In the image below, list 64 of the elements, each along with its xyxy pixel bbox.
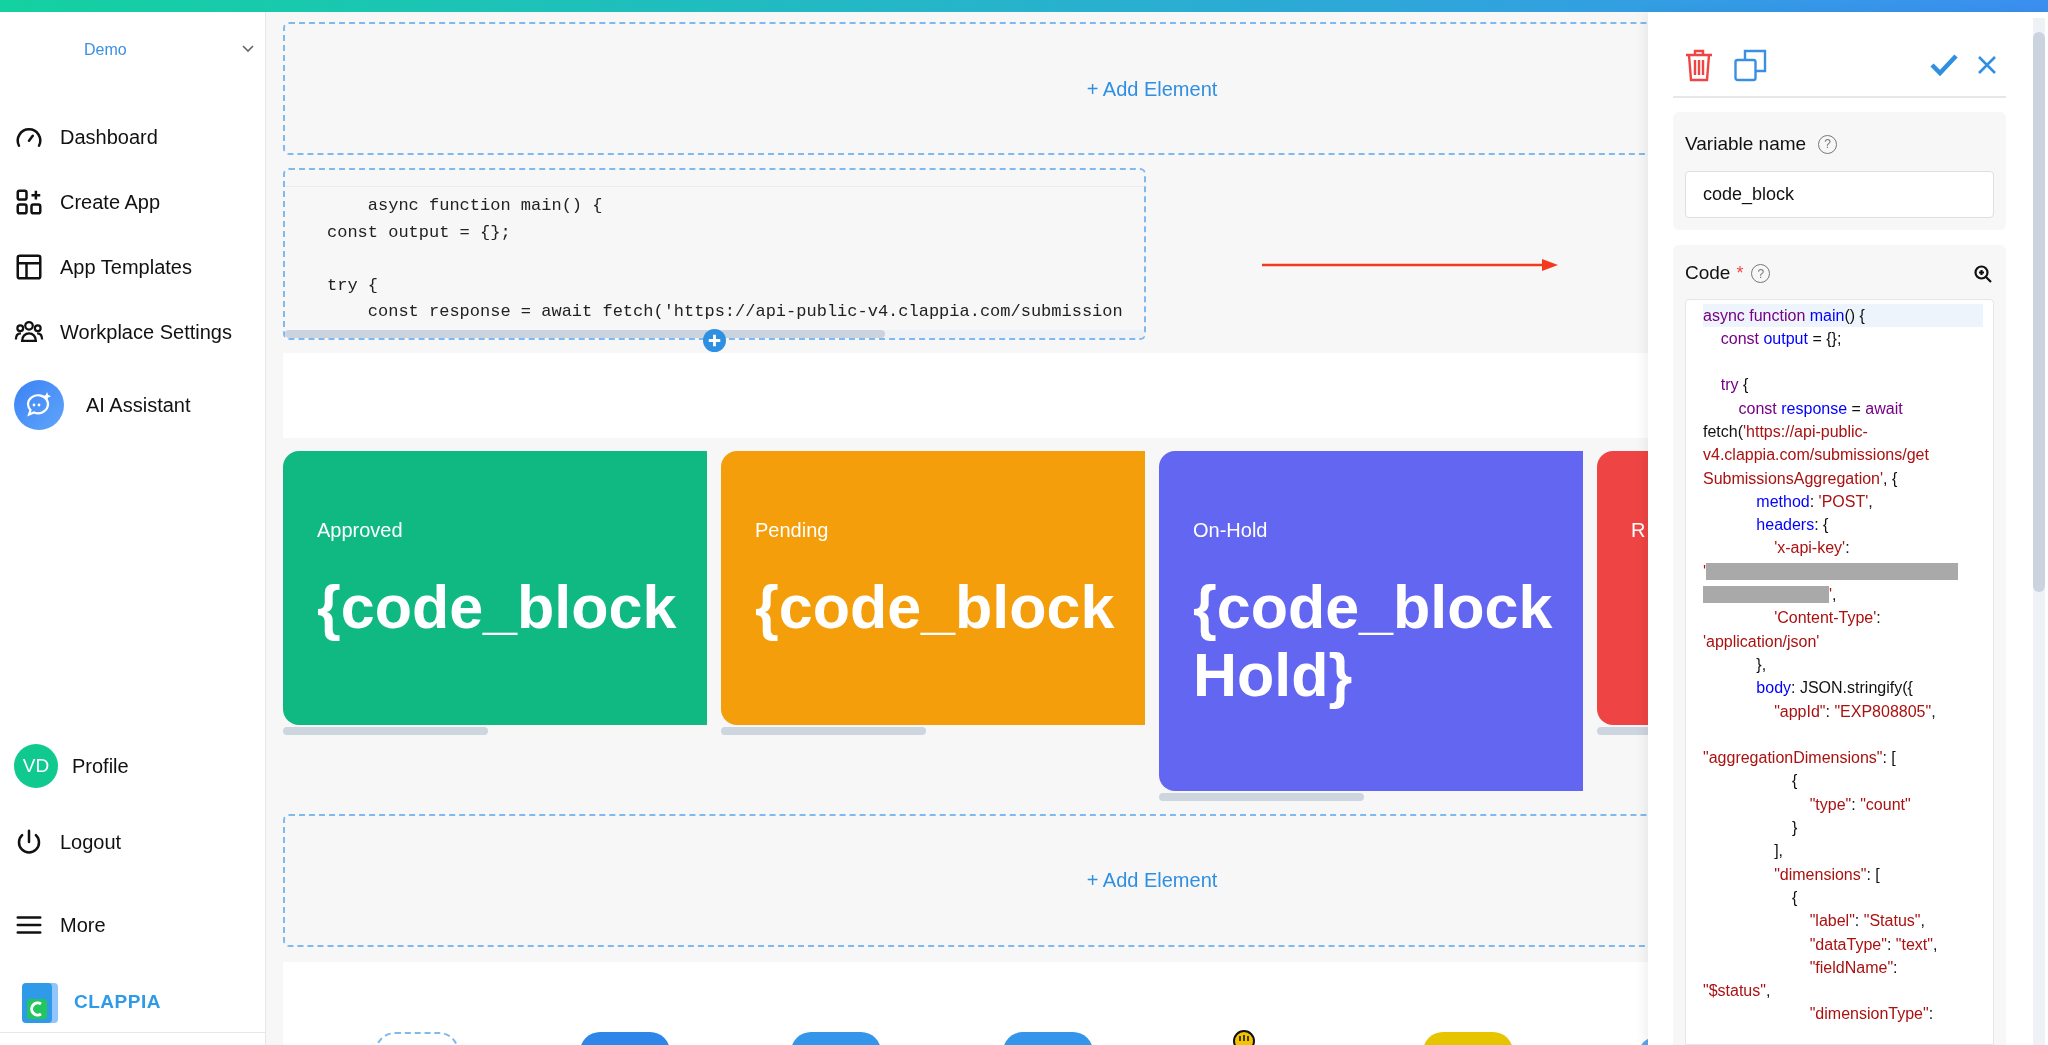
code-line: try { (327, 275, 378, 295)
code-line: v4.clappia.com/submissions/get (1703, 445, 1929, 466)
nav-item[interactable]: Logout (0, 809, 265, 874)
code-line: 'Content-Type': (1773, 608, 1881, 629)
close-icon[interactable] (1978, 56, 1996, 74)
nav-item[interactable]: More (0, 892, 265, 957)
delete-icon[interactable] (1684, 48, 1714, 82)
code-line: ' (1703, 559, 1959, 584)
confirm-icon[interactable] (1930, 54, 1958, 76)
card-label: On-Hold (1193, 517, 1269, 543)
code-editor[interactable] (1685, 298, 1994, 1045)
code-line: const output = {}; (1719, 328, 1842, 349)
variable-name-field[interactable]: code_block (1685, 170, 1994, 218)
code-line: "fieldName": (1808, 957, 1898, 978)
code-line: "dataType": "text", (1808, 934, 1938, 955)
card-label: Approved (317, 517, 404, 543)
code-line: "aggregationDimensions": [ (1703, 748, 1896, 769)
chat-sparkle-icon (14, 380, 64, 430)
brand-logo (20, 980, 60, 1025)
code-line: "dimensions": [ (1773, 864, 1880, 885)
code-line: SubmissionsAggregation', { (1703, 468, 1898, 489)
code-line: { (1790, 887, 1798, 908)
add-icon[interactable] (703, 328, 726, 352)
avatar: VD (14, 744, 58, 788)
nav-item[interactable]: App Templates (0, 234, 265, 299)
nav-item[interactable]: Dashboard (0, 104, 265, 169)
code-line: async function main() { (366, 196, 603, 215)
code-line: { (1790, 771, 1798, 792)
code-line: const response = await fetch('https://api-public-v4.clappia.com/submission (366, 302, 1123, 321)
code-line: "label": "Status", (1808, 911, 1925, 932)
brand-name: CLAPPIA (74, 990, 161, 1015)
field-label: Code (1685, 261, 1731, 286)
code-line: const response = await (1737, 398, 1903, 419)
code-line: 'x-api-key': (1773, 538, 1850, 559)
code-line: async function main() { (1703, 305, 1865, 326)
code-line: "$status", (1703, 981, 1771, 1002)
card-value: {code_block Hold} (1193, 572, 1554, 709)
profile-link[interactable]: VD Profile (0, 741, 265, 791)
field-label: Variable name (1685, 132, 1807, 156)
code-line: method: 'POST', (1755, 491, 1873, 512)
code-line: "dimensionType": (1808, 1004, 1934, 1025)
required-mark: * (1736, 262, 1744, 285)
nav-item[interactable]: Workplace Settings (0, 299, 265, 364)
workspace-name[interactable]: Demo (84, 38, 127, 62)
card-value: {code_block (317, 572, 678, 641)
code-line: ', (1703, 583, 1837, 607)
code-line: headers: { (1755, 515, 1829, 536)
code-line: try { (1719, 375, 1749, 396)
nav-item[interactable]: AI Assistant (0, 374, 265, 436)
code-line: body: JSON.stringify({ (1755, 678, 1913, 699)
nav-item[interactable]: Create App (0, 169, 265, 234)
code-line: }, (1755, 654, 1767, 675)
code-line: 'application/json' (1703, 631, 1820, 652)
zoom-in-icon[interactable] (1974, 264, 1992, 283)
code-line: const output = {}; (327, 222, 511, 242)
code-line: } (1790, 818, 1798, 839)
card-value: {code_block (755, 572, 1116, 641)
card-label: R (1631, 517, 1647, 543)
card-label: Pending (755, 517, 830, 543)
code-line: "type": "count" (1808, 794, 1911, 815)
code-line: fetch('https://api-public- (1703, 422, 1868, 442)
code-line: "appId": "EXP808805", (1773, 701, 1936, 722)
code-line: ], (1773, 841, 1783, 862)
duplicate-icon[interactable] (1734, 48, 1767, 82)
